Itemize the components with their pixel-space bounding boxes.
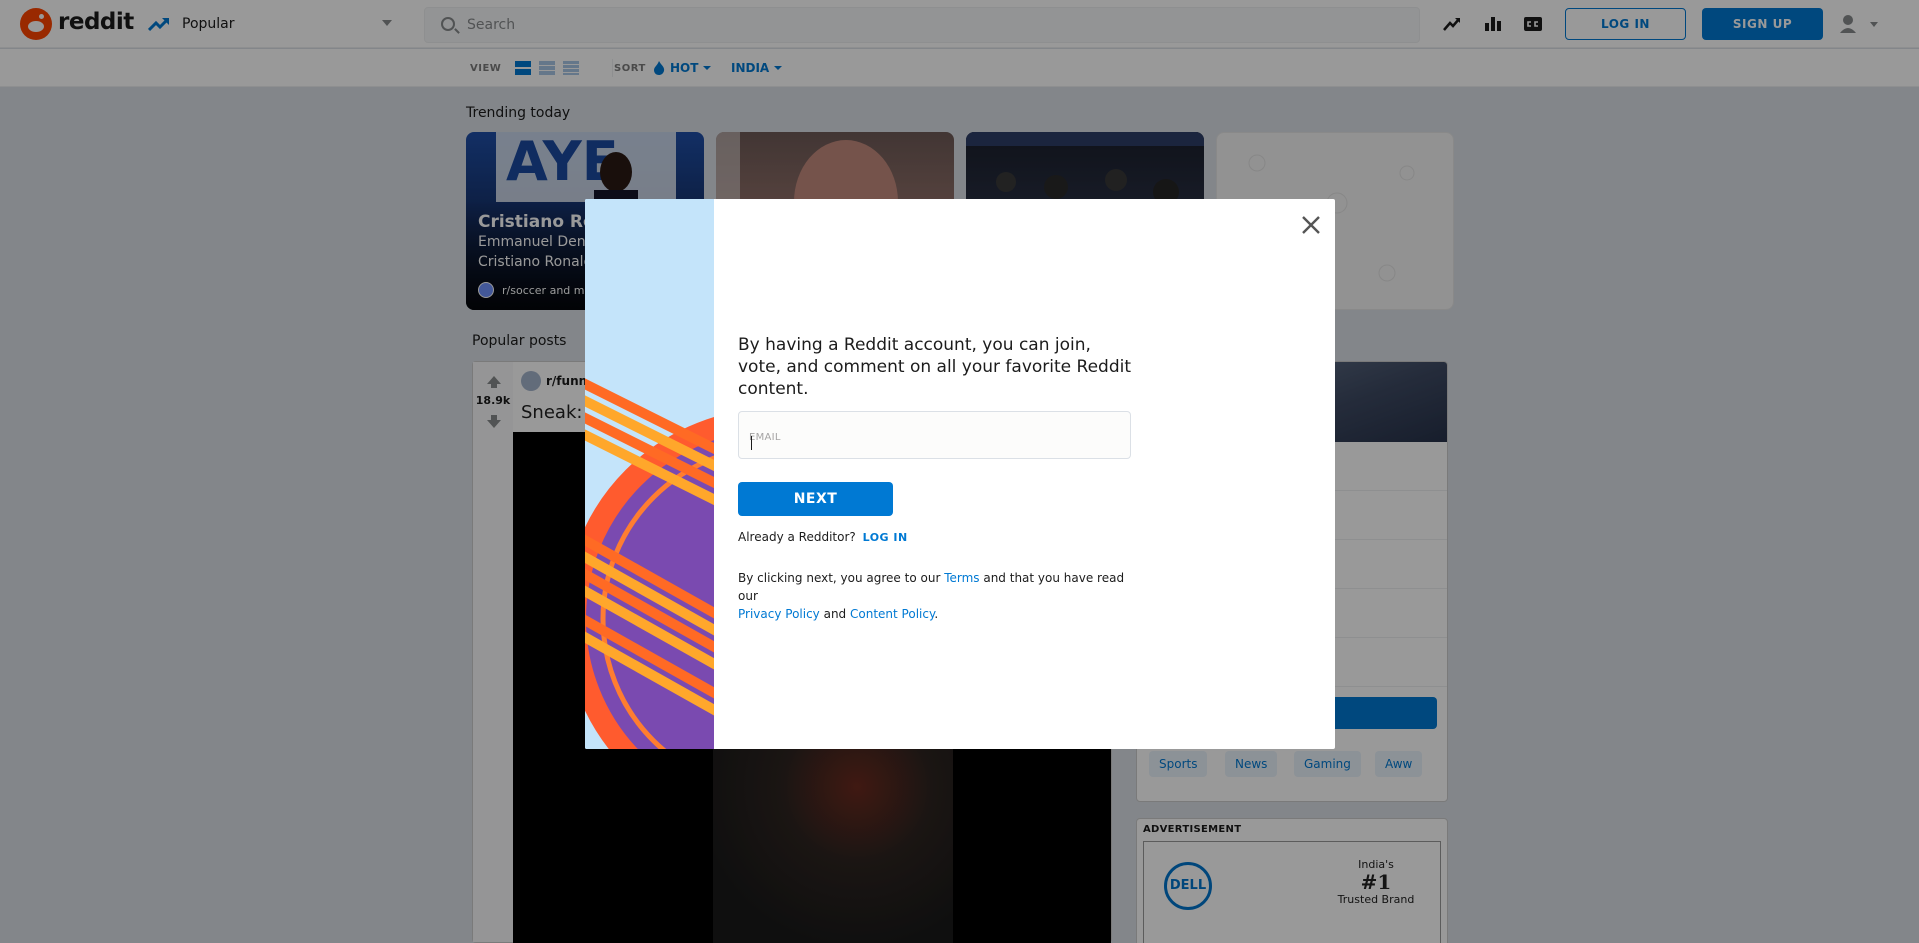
signup-modal: By having a Reddit account, you can join… bbox=[585, 199, 1335, 749]
modal-heading: By having a Reddit account, you can join… bbox=[738, 335, 1132, 399]
privacy-policy-link[interactable]: Privacy Policy bbox=[738, 607, 820, 621]
email-field[interactable] bbox=[738, 411, 1131, 459]
next-button[interactable]: NEXT bbox=[738, 482, 893, 516]
legal-end: . bbox=[934, 607, 939, 621]
already-text: Already a Redditor? bbox=[738, 530, 856, 544]
email-input[interactable] bbox=[749, 426, 1119, 446]
legal-text: By clicking next, you agree to our Terms… bbox=[738, 569, 1138, 623]
close-icon[interactable] bbox=[1299, 213, 1323, 237]
already-redditor: Already a Redditor? LOG IN bbox=[738, 530, 908, 544]
legal-and: and bbox=[819, 607, 850, 621]
content-policy-link[interactable]: Content Policy bbox=[850, 607, 934, 621]
legal-pre: By clicking next, you agree to our bbox=[738, 571, 945, 585]
login-link[interactable]: LOG IN bbox=[863, 531, 908, 544]
text-cursor bbox=[751, 436, 752, 450]
modal-illustration bbox=[585, 199, 714, 749]
decorative-art bbox=[585, 199, 714, 749]
terms-link[interactable]: Terms bbox=[944, 571, 979, 585]
